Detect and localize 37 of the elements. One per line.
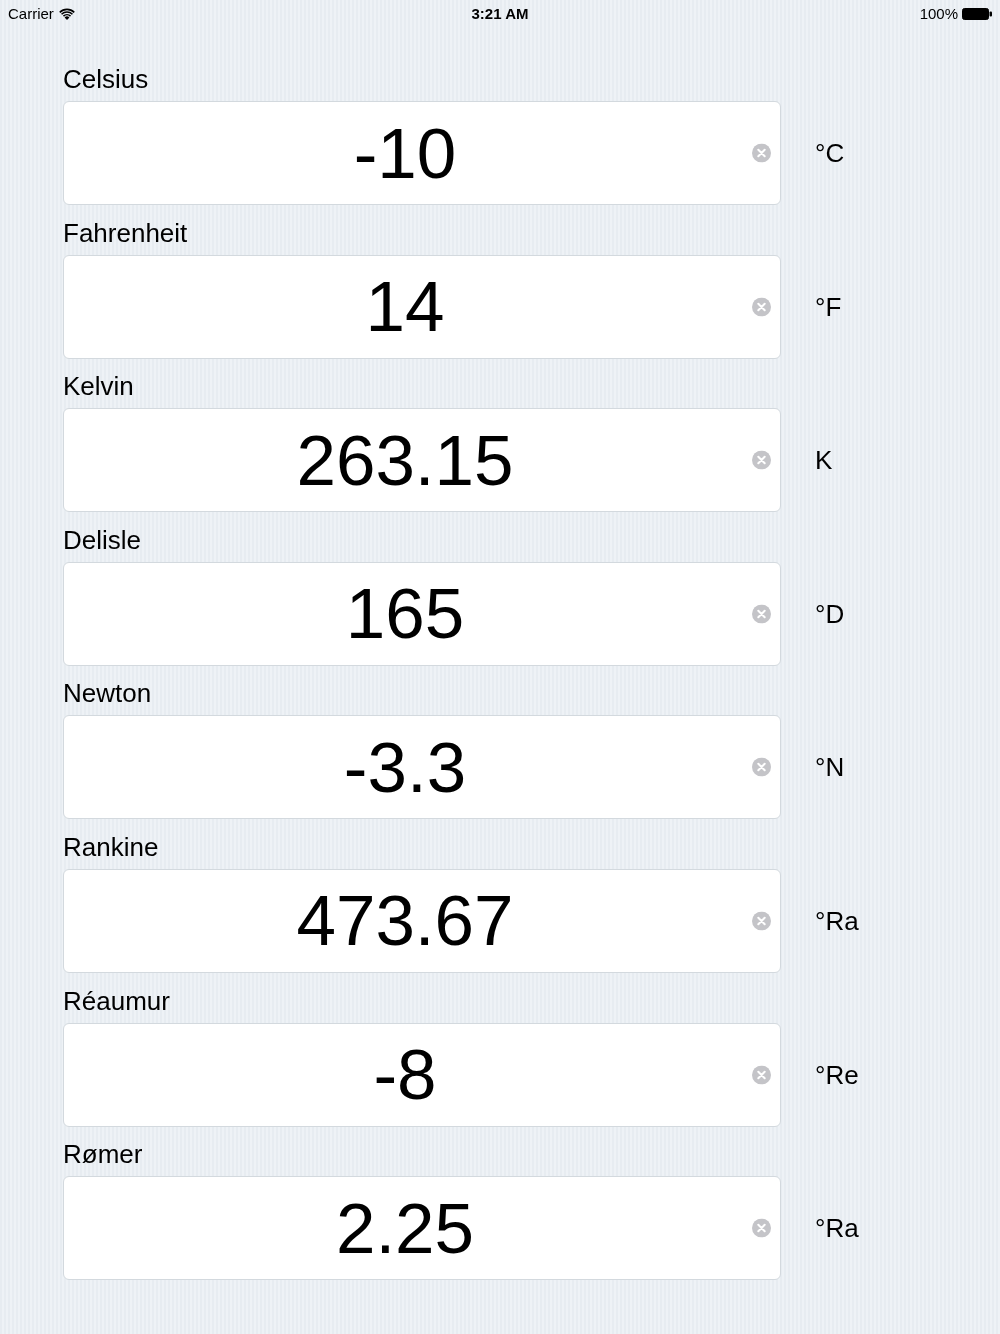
temperature-input[interactable]: 2.25 (64, 1177, 780, 1280)
temperature-input[interactable]: -10 (64, 102, 780, 204)
scale-label: Fahrenheit (63, 216, 188, 250)
temperature-input[interactable]: 14 (64, 255, 780, 358)
clear-icon[interactable] (752, 604, 771, 624)
temperature-input[interactable]: -8 (64, 1023, 780, 1126)
temperature-input[interactable]: 473.67 (64, 869, 780, 972)
carrier-name: Carrier (8, 5, 54, 23)
clear-icon[interactable] (752, 143, 771, 163)
battery-percentage: 100% (919, 5, 958, 23)
battery-icon (962, 8, 992, 20)
clear-icon[interactable] (752, 1065, 771, 1085)
unit-label: K (815, 444, 833, 477)
clear-icon[interactable] (752, 450, 771, 470)
temperature-input[interactable]: 263.15 (64, 409, 780, 512)
clear-icon[interactable] (752, 1218, 771, 1238)
scale-label: Rømer (63, 1138, 143, 1172)
unit-label: °N (815, 751, 845, 784)
scale-label: Newton (63, 677, 152, 711)
unit-label: °C (815, 137, 845, 169)
unit-label: °Re (815, 1058, 859, 1091)
clock-time: 3:21 AM (471, 5, 529, 23)
temperature-input[interactable]: -3.3 (64, 716, 780, 819)
temperature-input[interactable]: 165 (64, 562, 780, 665)
unit-label: °Ra (815, 904, 859, 937)
unit-label: °F (815, 290, 842, 323)
scale-label: Réaumur (63, 984, 170, 1018)
clear-icon[interactable] (752, 757, 771, 777)
clear-icon[interactable] (752, 911, 771, 931)
scale-label: Delisle (63, 523, 142, 557)
unit-label: °D (815, 597, 845, 630)
scale-label: Celsius (63, 63, 149, 96)
unit-label: °Ra (815, 1212, 859, 1245)
scale-label: Rankine (63, 830, 159, 864)
clear-icon[interactable] (752, 297, 771, 317)
wifi-icon (58, 8, 75, 20)
scale-label: Kelvin (63, 370, 134, 404)
